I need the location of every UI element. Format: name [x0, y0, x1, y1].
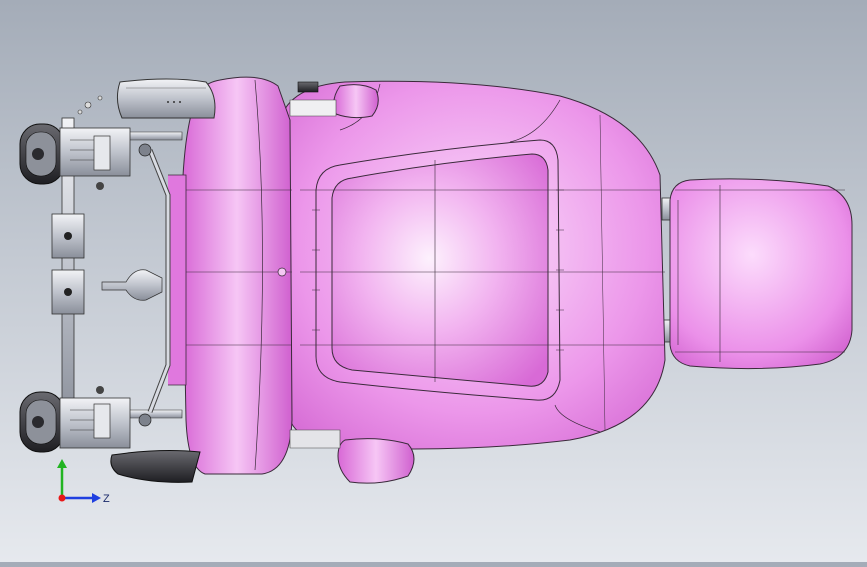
seat-base[interactable]: [167, 76, 293, 475]
backrest[interactable]: [279, 80, 666, 484]
headrest[interactable]: [661, 178, 853, 370]
cad-viewport[interactable]: Z: [0, 0, 867, 562]
model-canvas[interactable]: [0, 0, 867, 562]
x-axis-dot: [58, 494, 66, 502]
axis-triad: Z: [50, 458, 120, 510]
lower-caster[interactable]: [19, 386, 152, 453]
z-axis-label: Z: [103, 493, 110, 505]
